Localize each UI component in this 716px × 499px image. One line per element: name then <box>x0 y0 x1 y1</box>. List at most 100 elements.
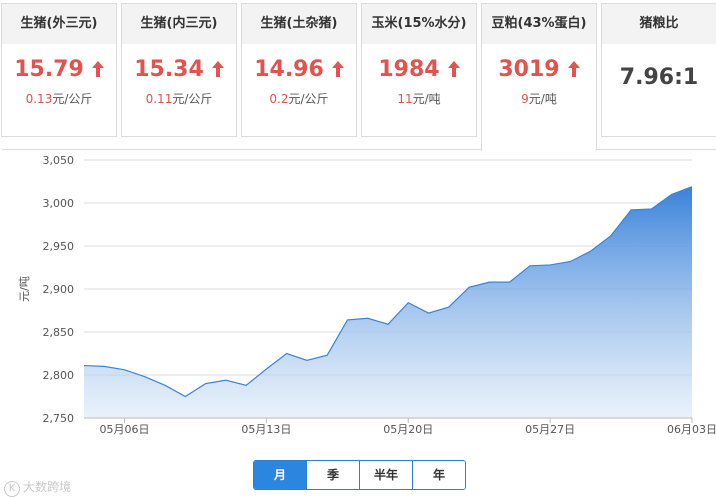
data-point <box>671 193 673 195</box>
tab-period[interactable]: 季 <box>307 461 360 489</box>
card-value-text: 7.96:1 <box>619 65 699 90</box>
data-point <box>691 186 693 188</box>
tab-period[interactable]: 半年 <box>360 461 413 489</box>
price-card[interactable]: 豆粕(43%蛋白) 3019 9元/吨 <box>481 3 597 151</box>
series-area <box>84 186 692 418</box>
card-value-text: 15.79 <box>14 57 84 82</box>
x-tick-label: 05月20日 <box>383 423 433 436</box>
arrow-up-icon <box>91 61 104 77</box>
data-point <box>306 359 308 361</box>
data-point <box>650 208 652 210</box>
card-change-value: 0.13 <box>25 92 53 106</box>
data-point <box>205 383 207 385</box>
data-point <box>569 260 571 262</box>
data-point <box>407 302 409 304</box>
data-point <box>265 368 267 370</box>
card-value-text: 15.34 <box>134 57 204 82</box>
data-point <box>387 323 389 325</box>
data-point <box>428 312 430 314</box>
data-point <box>488 281 490 283</box>
data-point <box>630 209 632 211</box>
data-point <box>326 354 328 356</box>
card-change: 9元/吨 <box>482 90 596 107</box>
data-point <box>225 379 227 381</box>
card-title: 猪粮比 <box>602 4 716 44</box>
y-axis-label: 元/吨 <box>18 276 31 302</box>
y-tick-label: 2,750 <box>43 412 75 425</box>
price-card[interactable]: 生猪(外三元) 15.79 0.13元/公斤 <box>1 3 117 137</box>
price-chart: 2,750 2,800 2,850 2,900 2,950 3,000 3,050 元/吨 05… <box>2 149 716 454</box>
card-value-text: 1984 <box>378 57 440 82</box>
tab-period[interactable]: 月 <box>254 461 307 489</box>
x-tick-label: 06月03日 <box>667 423 716 436</box>
data-point <box>529 265 531 267</box>
y-tick-label: 3,050 <box>43 154 75 167</box>
period-tabs: 月季半年年 <box>253 460 466 490</box>
arrow-up-icon <box>567 61 580 77</box>
data-point <box>144 376 146 378</box>
card-title: 生猪(内三元) <box>122 4 236 44</box>
y-tick-label: 3,000 <box>43 197 75 210</box>
card-value: 1984 <box>362 56 476 84</box>
arrow-up-icon <box>331 61 344 77</box>
price-card[interactable]: 生猪(土杂猪) 14.96 0.2元/公斤 <box>241 3 357 137</box>
watermark-text: 大数跨境 <box>23 480 72 494</box>
data-point <box>468 286 470 288</box>
data-point <box>346 319 348 321</box>
data-point <box>509 281 511 283</box>
y-tick-label: 2,850 <box>43 326 75 339</box>
data-point <box>103 365 105 367</box>
logo-icon: K <box>4 481 20 497</box>
card-change-unit: 元/吨 <box>412 92 441 106</box>
card-title: 生猪(土杂猪) <box>242 4 356 44</box>
data-point <box>286 353 288 355</box>
card-change: 0.11元/公斤 <box>122 90 236 107</box>
card-change-value: 0.2 <box>269 92 289 106</box>
y-tick-label: 2,900 <box>43 283 75 296</box>
card-value-text: 14.96 <box>254 57 324 82</box>
card-value: 15.34 <box>122 56 236 84</box>
card-change-unit: 元/公斤 <box>52 92 93 106</box>
card-change: 11元/吨 <box>362 90 476 107</box>
card-change: 0.13元/公斤 <box>2 90 116 107</box>
card-change-unit: 元/吨 <box>528 92 557 106</box>
price-card[interactable]: 玉米(15%水分) 1984 11元/吨 <box>361 3 477 137</box>
data-point <box>184 396 186 398</box>
watermark: K 大数跨境 <box>4 478 71 497</box>
x-tick-label: 05月27日 <box>525 423 575 436</box>
card-change-unit: 元/公斤 <box>172 92 213 106</box>
card-change-value: 9 <box>521 92 529 106</box>
arrow-up-icon <box>447 61 460 77</box>
data-point <box>610 235 612 237</box>
card-change-unit: 元/公斤 <box>288 92 329 106</box>
card-title: 玉米(15%水分) <box>362 4 476 44</box>
card-value: 15.79 <box>2 56 116 84</box>
card-change-value: 0.11 <box>145 92 173 106</box>
arrow-up-icon <box>211 61 224 77</box>
data-point <box>448 306 450 308</box>
tab-period[interactable]: 年 <box>413 461 465 489</box>
price-card[interactable]: 生猪(内三元) 15.34 0.11元/公斤 <box>121 3 237 137</box>
data-point <box>367 317 369 319</box>
card-title: 生猪(外三元) <box>2 4 116 44</box>
data-point <box>245 384 247 386</box>
card-title: 豆粕(43%蛋白) <box>482 4 596 44</box>
x-tick-label: 05月06日 <box>100 423 150 436</box>
card-change: 0.2元/公斤 <box>242 90 356 107</box>
price-chart-svg: 2,750 2,800 2,850 2,900 2,950 3,000 3,050 元/吨 05… <box>18 154 716 436</box>
y-tick-label: 2,800 <box>43 369 75 382</box>
x-tick-label: 05月13日 <box>241 423 291 436</box>
card-change-value: 11 <box>397 92 413 106</box>
card-value: 3019 <box>482 56 596 84</box>
price-cards: 生猪(外三元) 15.79 0.13元/公斤 生猪(内三元) 15.34 0.11元/公斤… <box>0 0 716 151</box>
data-point <box>590 250 592 252</box>
data-point <box>549 264 551 266</box>
data-point <box>164 384 166 386</box>
card-value: 7.96:1 <box>602 64 716 92</box>
data-point <box>124 369 126 371</box>
price-card[interactable]: 猪粮比 7.96:1 <box>601 3 716 137</box>
card-value: 14.96 <box>242 56 356 84</box>
y-tick-label: 2,950 <box>43 240 75 253</box>
card-value-text: 3019 <box>498 57 560 82</box>
data-point <box>83 365 85 367</box>
